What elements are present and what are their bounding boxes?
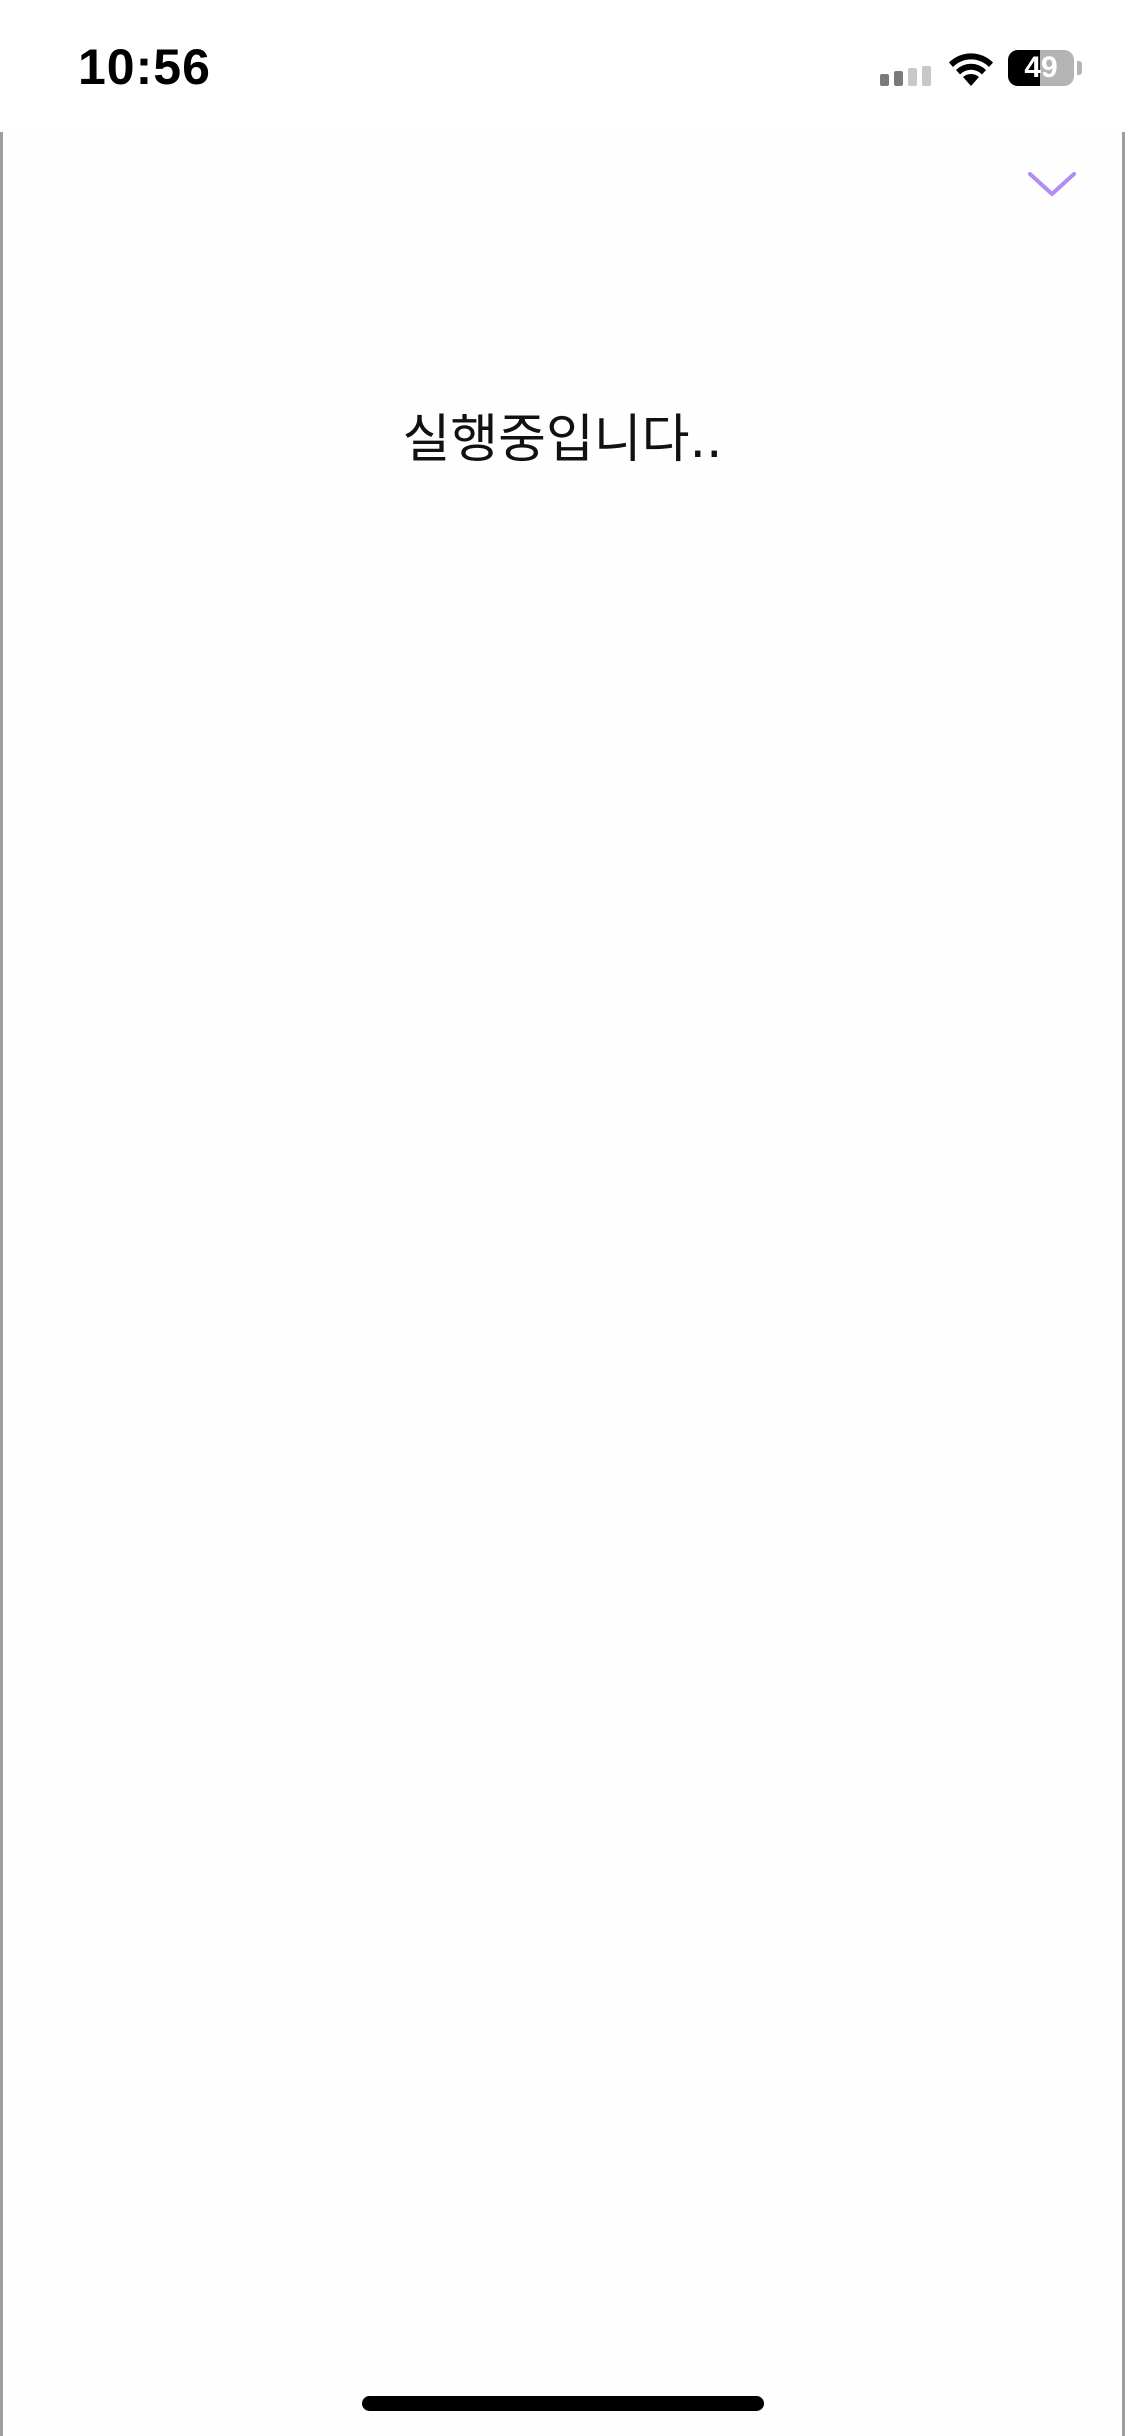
status-time: 10:56 xyxy=(78,39,211,95)
battery-level: 49 xyxy=(1024,51,1058,84)
battery-icon: 49 xyxy=(1008,50,1074,86)
home-indicator[interactable] xyxy=(362,2396,764,2411)
dismiss-button[interactable] xyxy=(1012,154,1092,214)
signal-bar xyxy=(894,71,903,86)
wifi-icon xyxy=(948,52,994,86)
battery-tip xyxy=(1077,61,1082,75)
screen: 10:56 49 실행중입니다.. xyxy=(0,0,1125,2436)
signal-bar xyxy=(908,68,917,86)
signal-bar xyxy=(922,66,931,86)
cellular-signal-icon xyxy=(880,66,936,86)
chevron-down-icon xyxy=(1028,172,1076,196)
running-message: 실행중입니다.. xyxy=(402,410,723,470)
signal-bar xyxy=(880,74,889,86)
status-bar: 10:56 49 xyxy=(0,0,1125,132)
modal-sheet: 실행중입니다.. xyxy=(0,132,1125,2436)
